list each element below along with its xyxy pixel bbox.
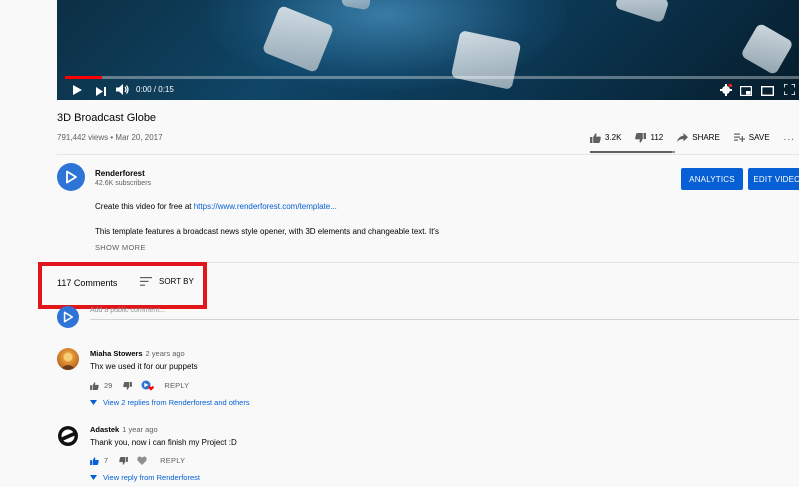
show-more-button[interactable]: SHOW MORE <box>95 243 146 252</box>
thumbs-down-icon[interactable] <box>123 381 133 390</box>
description-text: Create this video for free at <box>95 202 194 211</box>
channel-avatar[interactable] <box>57 163 85 191</box>
comment-author[interactable]: Miaha Stowers <box>90 349 143 358</box>
miniplayer-icon[interactable] <box>740 85 753 99</box>
like-button[interactable]: 3.2K <box>590 132 622 143</box>
comment-like-count: 29 <box>104 381 113 390</box>
edit-video-button[interactable]: EDIT VIDEO <box>748 168 799 190</box>
creator-heart-icon <box>141 380 155 391</box>
time-total: 0:15 <box>158 85 174 94</box>
comment-author-line: Adastek 1 year ago <box>90 425 158 434</box>
dislike-button[interactable]: 112 <box>635 132 664 143</box>
video-frame-cube <box>740 22 794 76</box>
view-count: 791,442 views <box>57 133 109 142</box>
comment-toolbar: 7 REPLY <box>90 456 185 465</box>
video-frame-cube <box>614 0 670 24</box>
video-actions: 3.2K 112 SHARE SAVE ... <box>590 132 795 143</box>
comment-time[interactable]: 2 years ago <box>146 349 185 358</box>
chevron-down-icon <box>90 475 97 480</box>
adastek-logo-icon <box>58 426 78 446</box>
settings-icon[interactable] <box>720 83 734 99</box>
time-current: 0:00 <box>136 85 152 94</box>
share-icon <box>677 133 689 142</box>
share-button[interactable]: SHARE <box>677 133 720 142</box>
fullscreen-icon[interactable] <box>783 83 796 98</box>
share-label: SHARE <box>692 133 720 142</box>
user-avatar <box>57 306 79 328</box>
publish-date: Mar 20, 2017 <box>115 133 163 142</box>
comment-author-line: Miaha Stowers 2 years ago <box>90 349 185 358</box>
like-ratio-fill <box>590 151 672 153</box>
channel-name[interactable]: Renderforest <box>95 169 145 178</box>
more-icon: ... <box>783 132 795 143</box>
thumbs-up-icon <box>590 132 601 143</box>
commenter-avatar[interactable] <box>57 348 79 370</box>
analytics-button[interactable]: ANALYTICS <box>681 168 743 190</box>
renderforest-logo-icon <box>63 311 74 323</box>
playlist-add-icon <box>733 133 745 142</box>
time-display: 0:00 / 0:15 <box>136 85 174 94</box>
subscriber-count: 42.6K subscribers <box>95 180 152 187</box>
chevron-down-icon <box>90 400 97 405</box>
thumbs-down-icon[interactable] <box>119 456 129 465</box>
like-ratio-bar <box>590 151 675 153</box>
progress-bar[interactable] <box>65 76 799 79</box>
comment-like-count: 7 <box>104 456 109 465</box>
highlight-box <box>38 262 207 309</box>
comment-time[interactable]: 1 year ago <box>122 425 157 434</box>
comment-toolbar: 29 REPLY <box>90 380 189 391</box>
comment-text: Thank you, now i can finish my Project :… <box>90 438 237 447</box>
volume-icon[interactable] <box>116 84 129 98</box>
video-meta: 791,442 views • Mar 20, 2017 <box>57 133 163 142</box>
thumbs-up-icon[interactable] <box>90 381 99 390</box>
view-replies-label: View reply from Renderforest <box>103 473 200 482</box>
thumbs-up-icon[interactable] <box>90 456 99 465</box>
reply-button[interactable]: REPLY <box>164 381 189 390</box>
video-player[interactable]: 0:00 / 0:15 <box>57 0 799 100</box>
save-label: SAVE <box>748 133 770 142</box>
view-replies-button[interactable]: View 2 replies from Renderforest and oth… <box>90 398 250 407</box>
description-line-2: This template features a broadcast news … <box>95 227 439 236</box>
avatar-image <box>60 352 76 370</box>
comment-author[interactable]: Adastek <box>90 425 119 434</box>
progress-fill <box>65 76 102 79</box>
add-comment-input[interactable]: Add a public comment... <box>90 307 165 314</box>
divider <box>57 154 799 155</box>
save-button[interactable]: SAVE <box>733 133 770 142</box>
next-icon[interactable] <box>96 85 106 99</box>
view-replies-button[interactable]: View reply from Renderforest <box>90 473 200 482</box>
theater-mode-icon[interactable] <box>760 85 775 99</box>
play-icon[interactable] <box>73 84 82 98</box>
heart-icon[interactable] <box>137 456 147 465</box>
description-link[interactable]: https://www.renderforest.com/template... <box>194 202 337 211</box>
comment-text: Thx we used it for our puppets <box>90 362 198 371</box>
description-line-1: Create this video for free at https://ww… <box>95 202 337 211</box>
video-title: 3D Broadcast Globe <box>57 112 157 124</box>
view-replies-label: View 2 replies from Renderforest and oth… <box>103 398 250 407</box>
commenter-avatar[interactable] <box>57 425 79 447</box>
like-count: 3.2K <box>605 133 622 142</box>
thumbs-down-icon <box>635 132 647 143</box>
reply-button[interactable]: REPLY <box>160 456 185 465</box>
dislike-count: 112 <box>650 133 664 142</box>
renderforest-logo-icon <box>66 170 77 184</box>
more-actions-button[interactable]: ... <box>784 132 795 143</box>
add-comment-underline <box>90 319 799 320</box>
